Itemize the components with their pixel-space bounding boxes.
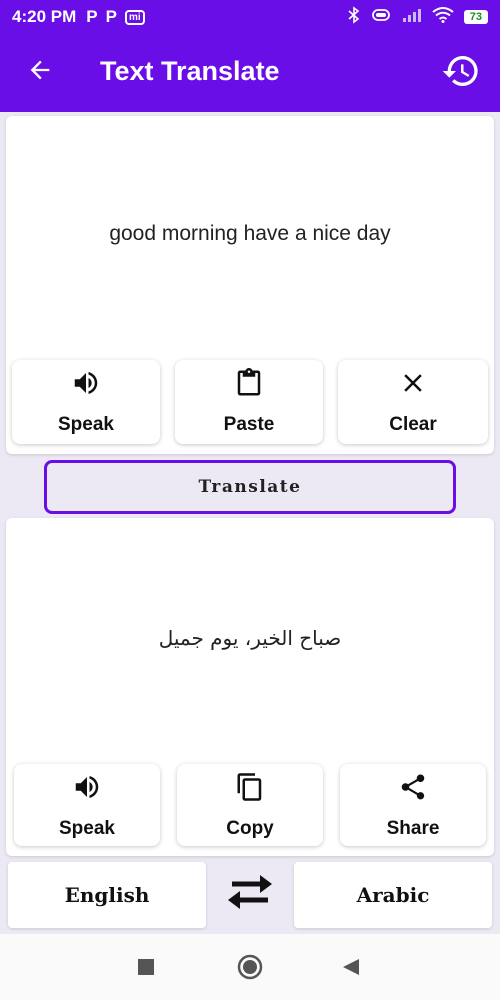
signal-icon	[402, 7, 422, 27]
arrow-back-icon	[26, 56, 54, 89]
bluetooth-icon	[348, 5, 360, 29]
swap-icon	[224, 872, 276, 917]
volume-up-icon	[72, 770, 102, 804]
clipboard-icon	[234, 366, 264, 400]
home-icon[interactable]	[237, 954, 263, 985]
recents-icon[interactable]	[138, 959, 154, 980]
share-button[interactable]: Share	[340, 764, 486, 846]
swap-languages-button[interactable]	[222, 872, 278, 916]
share-label: Share	[386, 818, 440, 839]
status-time: 4:20 PM	[12, 7, 77, 26]
input-text[interactable]: good morning have a nice day	[6, 222, 494, 246]
output-card: صباح الخير، يوم جميل Speak Copy Share	[6, 518, 494, 856]
speak-output-button[interactable]: Speak	[14, 764, 160, 846]
close-icon	[398, 366, 428, 400]
mi-icon: mi	[124, 9, 145, 25]
input-card: good morning have a nice day Speak Paste…	[6, 116, 494, 454]
history-icon	[441, 51, 481, 96]
clear-button[interactable]: Clear	[338, 360, 488, 444]
notification-p-icon: P	[105, 7, 117, 26]
translate-button[interactable]: Translate	[44, 460, 456, 514]
history-button[interactable]	[438, 50, 484, 96]
vibrate-icon	[370, 7, 392, 27]
copy-icon	[235, 770, 265, 804]
back-nav-icon[interactable]	[342, 958, 360, 981]
source-language-button[interactable]: English	[8, 862, 206, 928]
system-nav-bar	[0, 934, 500, 1000]
battery-indicator: 73	[463, 10, 488, 24]
volume-up-icon	[71, 366, 101, 400]
copy-label: Copy	[226, 818, 274, 839]
target-language-button[interactable]: Arabic	[294, 862, 492, 928]
notification-p-icon: P	[86, 7, 98, 26]
copy-button[interactable]: Copy	[177, 764, 323, 846]
back-button[interactable]	[20, 52, 60, 92]
speak-input-label: Speak	[58, 414, 114, 435]
wifi-icon	[432, 6, 454, 28]
paste-label: Paste	[223, 414, 275, 435]
speak-output-label: Speak	[59, 818, 115, 839]
speak-input-button[interactable]: Speak	[12, 360, 160, 444]
app-bar: Text Translate	[0, 34, 500, 112]
paste-button[interactable]: Paste	[175, 360, 323, 444]
page-title: Text Translate	[100, 56, 280, 86]
output-text: صباح الخير، يوم جميل	[158, 626, 342, 650]
status-bar: 4:20 PM P P mi 73	[0, 0, 500, 34]
share-icon	[398, 770, 428, 804]
clear-label: Clear	[389, 414, 437, 435]
